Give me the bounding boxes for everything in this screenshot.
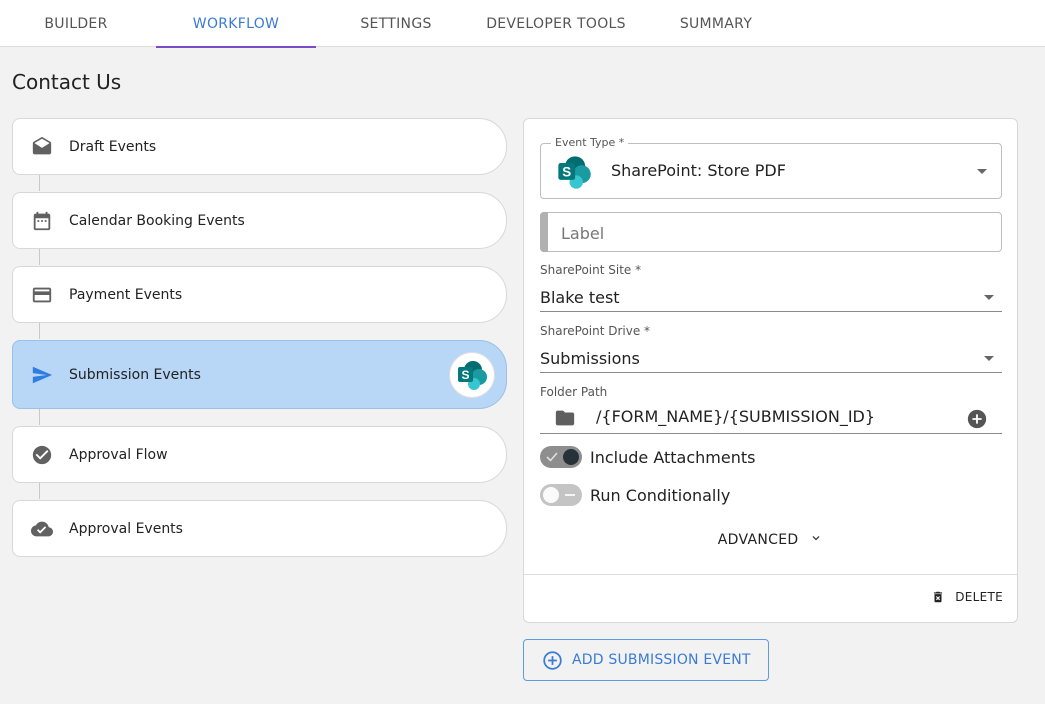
sharepoint-drive-label: SharePoint Drive * (540, 324, 651, 338)
label-field[interactable] (540, 212, 1002, 252)
tab-label: DEVELOPER TOOLS (486, 15, 626, 32)
cloud-check-icon (31, 518, 53, 540)
delete-button[interactable]: DELETE (931, 589, 1003, 605)
event-card-label: Payment Events (69, 286, 183, 303)
event-card-label: Submission Events (69, 366, 201, 383)
send-icon (31, 364, 53, 386)
run-conditionally-toggle[interactable] (540, 484, 582, 506)
sharepoint-icon: S (555, 153, 593, 195)
folder-path-field[interactable]: /{FORM_NAME}/{SUBMISSION_ID} (540, 404, 1002, 434)
event-type-legend: Event Type * (551, 136, 629, 149)
trash-icon (931, 589, 945, 605)
chevron-down-icon (977, 169, 987, 174)
event-card-approval-flow[interactable]: Approval Flow (12, 426, 507, 483)
chevron-down-icon (809, 531, 823, 549)
event-connector (39, 249, 40, 265)
event-card-label: Calendar Booking Events (69, 212, 245, 229)
add-submission-event-button[interactable]: ADD SUBMISSION EVENT (523, 639, 769, 681)
toggle-knob (543, 487, 559, 503)
include-attachments-toggle[interactable] (540, 446, 582, 468)
sharepoint-drive-select[interactable]: Submissions (540, 347, 1002, 373)
toggle-knob (563, 449, 579, 465)
tab-workflow[interactable]: WORKFLOW (156, 0, 316, 48)
folder-icon (554, 407, 576, 433)
advanced-label: ADVANCED (717, 532, 799, 548)
credit-card-icon (31, 284, 53, 306)
delete-label: DELETE (955, 590, 1003, 604)
tab-bar: BUILDER WORKFLOW SETTINGS DEVELOPER TOOL… (0, 0, 1045, 48)
add-circle-icon[interactable] (966, 408, 988, 434)
tab-label: BUILDER (44, 15, 108, 32)
label-field-accent (540, 212, 548, 252)
tab-label: SUMMARY (679, 15, 753, 32)
add-submission-event-label: ADD SUBMISSION EVENT (572, 652, 751, 668)
sharepoint-site-value: Blake test (540, 288, 620, 307)
event-connector (39, 323, 40, 339)
tab-builder[interactable]: BUILDER (0, 0, 152, 47)
tab-label: SETTINGS (360, 15, 432, 32)
chevron-down-icon (984, 295, 994, 300)
sharepoint-site-select[interactable]: Blake test (540, 286, 1002, 312)
event-connector (39, 483, 40, 499)
include-attachments-label: Include Attachments (590, 448, 756, 467)
event-card-label: Approval Events (69, 520, 183, 537)
event-card-submission[interactable]: Submission Events S (12, 340, 507, 409)
event-type-value: SharePoint: Store PDF (611, 161, 786, 180)
check-circle-icon (31, 444, 53, 466)
tab-developer-tools[interactable]: DEVELOPER TOOLS (476, 0, 636, 47)
envelope-open-icon (31, 136, 53, 158)
event-connector (39, 175, 40, 191)
folder-path-value: /{FORM_NAME}/{SUBMISSION_ID} (596, 407, 876, 426)
tab-settings[interactable]: SETTINGS (316, 0, 476, 47)
event-card-approval-events[interactable]: Approval Events (12, 500, 507, 557)
event-card-label: Approval Flow (69, 446, 168, 463)
event-card-label: Draft Events (69, 138, 157, 155)
add-circle-outline-icon (542, 650, 563, 675)
sharepoint-drive-value: Submissions (540, 349, 640, 368)
run-conditionally-label: Run Conditionally (590, 486, 731, 505)
divider (524, 574, 1017, 575)
event-type-select[interactable]: Event Type * S SharePoint: Store PDF (540, 136, 1002, 199)
chevron-down-icon (984, 356, 994, 361)
advanced-toggle[interactable]: ADVANCED (524, 531, 1017, 549)
svg-text:S: S (562, 164, 571, 179)
sharepoint-icon: S (450, 353, 494, 397)
folder-path-label: Folder Path (540, 385, 608, 399)
active-tab-indicator (156, 46, 316, 48)
tab-label: WORKFLOW (192, 15, 280, 32)
tab-summary[interactable]: SUMMARY (636, 0, 796, 47)
event-card-payment[interactable]: Payment Events (12, 266, 507, 323)
sharepoint-site-label: SharePoint Site * (540, 263, 642, 277)
event-connector (39, 409, 40, 425)
page-title: Contact Us (12, 70, 122, 94)
label-input[interactable] (561, 222, 981, 244)
event-card-draft[interactable]: Draft Events (12, 118, 507, 175)
check-icon (546, 449, 558, 468)
minus-icon (565, 494, 575, 496)
event-config-panel: Event Type * S SharePoint: Store PDF Sha… (523, 118, 1018, 623)
calendar-icon (31, 210, 53, 232)
svg-text:S: S (461, 368, 469, 382)
event-card-calendar-booking[interactable]: Calendar Booking Events (12, 192, 507, 249)
